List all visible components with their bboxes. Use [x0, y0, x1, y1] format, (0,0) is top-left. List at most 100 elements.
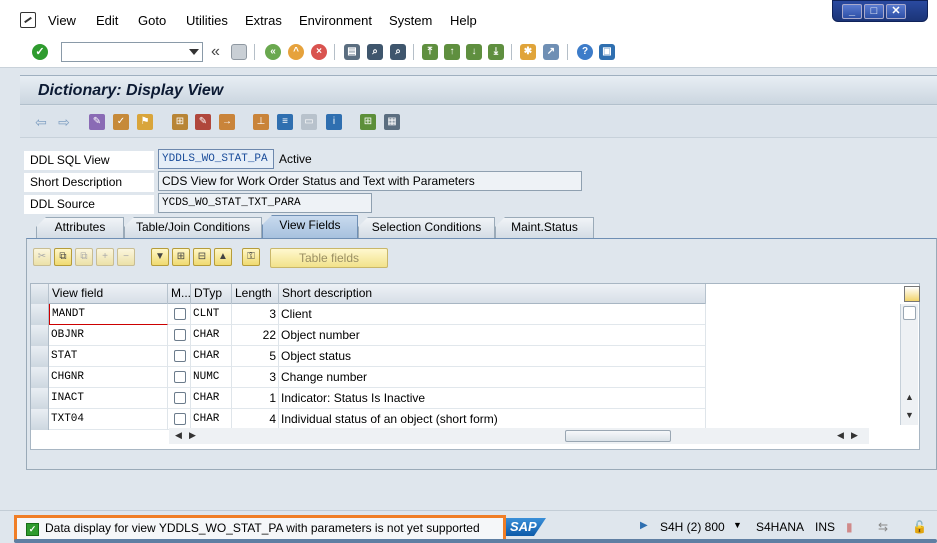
display-change-icon[interactable]: ✎ [89, 114, 105, 130]
maximize-icon[interactable]: □ [864, 4, 884, 19]
menu-extras[interactable]: Extras [245, 13, 282, 28]
table-row[interactable]: CHGNR NUMC 3 Change number [31, 367, 706, 388]
chevron-down-icon[interactable] [189, 49, 199, 55]
col-view-field[interactable]: View field [49, 284, 168, 304]
paste-icon[interactable]: ⧉ [75, 248, 93, 266]
save-icon[interactable] [231, 44, 247, 60]
row-selector[interactable] [31, 367, 49, 388]
cell-view-field[interactable]: STAT [49, 346, 168, 367]
menu-system[interactable]: System [389, 13, 432, 28]
align-icon[interactable]: ≡ [277, 114, 293, 130]
find-next-icon[interactable]: ⌕ [390, 44, 406, 60]
col-length[interactable]: Length [232, 284, 279, 304]
back-chevrons-icon[interactable]: « [211, 43, 220, 61]
table-row[interactable]: OBJNR CHAR 22 Object number [31, 325, 706, 346]
expand-all-icon[interactable]: ▼ [151, 248, 169, 266]
scroll-left-icon[interactable]: ◀ [175, 430, 182, 441]
mandatory-checkbox[interactable] [174, 350, 186, 362]
insert-mode[interactable]: INS [815, 520, 835, 534]
table-row[interactable]: STAT CHAR 5 Object status [31, 346, 706, 367]
enter-check-icon[interactable]: ✓ [32, 44, 48, 60]
menu-goto[interactable]: Goto [138, 13, 166, 28]
status-message[interactable]: ✓ Data display for view YDDLS_WO_STAT_PA… [14, 515, 506, 542]
ddl-source-field[interactable]: YCDS_WO_STAT_TXT_PARA [158, 193, 372, 213]
tab-attributes[interactable]: Attributes [36, 217, 124, 238]
close-icon[interactable]: ✕ [886, 4, 906, 19]
customize-layout-icon[interactable]: ▣ [599, 44, 615, 60]
next-page-icon[interactable]: ↓ [466, 44, 482, 60]
select-all-button[interactable] [31, 284, 49, 304]
col-short-description[interactable]: Short description [279, 284, 706, 304]
first-page-icon[interactable]: ⤒ [422, 44, 438, 60]
find-icon[interactable]: ⌕ [367, 44, 383, 60]
tab-selection-conditions[interactable]: Selection Conditions [358, 217, 495, 238]
scroll-thumb[interactable] [565, 430, 671, 442]
col-dtyp[interactable]: DTyp [191, 284, 232, 304]
hierarchy-icon[interactable]: ⊥ [253, 114, 269, 130]
cell-view-field[interactable]: OBJNR [49, 325, 168, 346]
tab-view-fields[interactable]: View Fields [262, 215, 358, 238]
row-selector[interactable] [31, 409, 49, 430]
ddl-sql-view-field[interactable]: YDDLS_WO_STAT_PA [158, 149, 274, 169]
lock-icon[interactable]: 🔓 [912, 520, 927, 534]
arrow-left-icon[interactable]: ⇦ [33, 114, 49, 130]
previous-page-icon[interactable]: ↑ [444, 44, 460, 60]
key-icon[interactable]: ⚿ [242, 248, 260, 266]
table-row[interactable]: MANDT CLNT 3 Client [31, 304, 706, 325]
where-used-icon[interactable]: ✎ [195, 114, 211, 130]
scroll-right-icon[interactable]: ▶ [851, 430, 858, 441]
scroll-down-icon[interactable]: ▼ [905, 410, 914, 420]
arrow-right-icon[interactable]: ⇨ [56, 114, 72, 130]
menu-view[interactable]: View [48, 13, 76, 28]
mandatory-checkbox[interactable] [174, 413, 186, 425]
activate-icon[interactable]: ⚑ [137, 114, 153, 130]
select-block-icon[interactable]: ⊟ [193, 248, 211, 266]
navigate-icon[interactable]: → [219, 114, 235, 130]
minimize-icon[interactable]: _ [842, 4, 862, 19]
expand-status-icon[interactable]: ▶ [640, 520, 648, 531]
chevron-down-icon[interactable]: ▼ [733, 520, 742, 530]
exit-icon[interactable]: ^ [288, 44, 304, 60]
mandatory-checkbox[interactable] [174, 371, 186, 383]
mandatory-checkbox[interactable] [174, 329, 186, 341]
info-icon[interactable]: i [326, 114, 342, 130]
row-selector[interactable] [31, 346, 49, 367]
horizontal-scrollbar[interactable]: ◀ ▶ ◀ ▶ [169, 428, 869, 444]
frame-icon[interactable]: ▭ [301, 114, 317, 130]
row-selector[interactable] [31, 304, 49, 325]
back-icon[interactable]: « [265, 44, 281, 60]
column-settings-icon[interactable] [904, 286, 920, 302]
cancel-icon[interactable]: × [311, 44, 327, 60]
tech-settings-icon[interactable]: ⊞ [360, 114, 376, 130]
table-view-icon[interactable]: ▦ [384, 114, 400, 130]
scroll-left-icon[interactable]: ◀ [837, 430, 844, 441]
copy-icon[interactable]: ⧉ [54, 248, 72, 266]
tab-maint-status[interactable]: Maint.Status [495, 217, 594, 238]
table-row[interactable]: INACT CHAR 1 Indicator: Status Is Inacti… [31, 388, 706, 409]
check-icon[interactable]: ✓ [113, 114, 129, 130]
cell-view-field[interactable]: TXT04 [49, 409, 168, 430]
last-page-icon[interactable]: ⤓ [488, 44, 504, 60]
cut-icon[interactable]: ✂ [33, 248, 51, 266]
menu-environment[interactable]: Environment [299, 13, 372, 28]
help-icon[interactable]: ? [577, 44, 593, 60]
tab-table-join-conditions[interactable]: Table/Join Conditions [124, 217, 262, 238]
row-selector[interactable] [31, 325, 49, 346]
menu-help[interactable]: Help [450, 13, 477, 28]
system-info[interactable]: S4H (2) 800 [660, 520, 725, 534]
row-selector[interactable] [31, 388, 49, 409]
col-mandatory[interactable]: M... [168, 284, 191, 304]
cell-view-field[interactable]: INACT [49, 388, 168, 409]
shortcut-icon[interactable]: ↗ [543, 44, 559, 60]
other-object-icon[interactable]: ⊞ [172, 114, 188, 130]
delete-row-icon[interactable]: − [117, 248, 135, 266]
insert-block-icon[interactable]: ⊞ [172, 248, 190, 266]
collapse-all-icon[interactable]: ▲ [214, 248, 232, 266]
new-session-icon[interactable]: ✱ [520, 44, 536, 60]
menu-edit[interactable]: Edit [96, 13, 118, 28]
short-description-field[interactable]: CDS View for Work Order Status and Text … [158, 171, 582, 191]
mandatory-checkbox[interactable] [174, 392, 186, 404]
print-icon[interactable]: ▤ [344, 44, 360, 60]
scroll-thumb[interactable] [903, 306, 916, 320]
scroll-right-icon[interactable]: ▶ [189, 430, 196, 441]
